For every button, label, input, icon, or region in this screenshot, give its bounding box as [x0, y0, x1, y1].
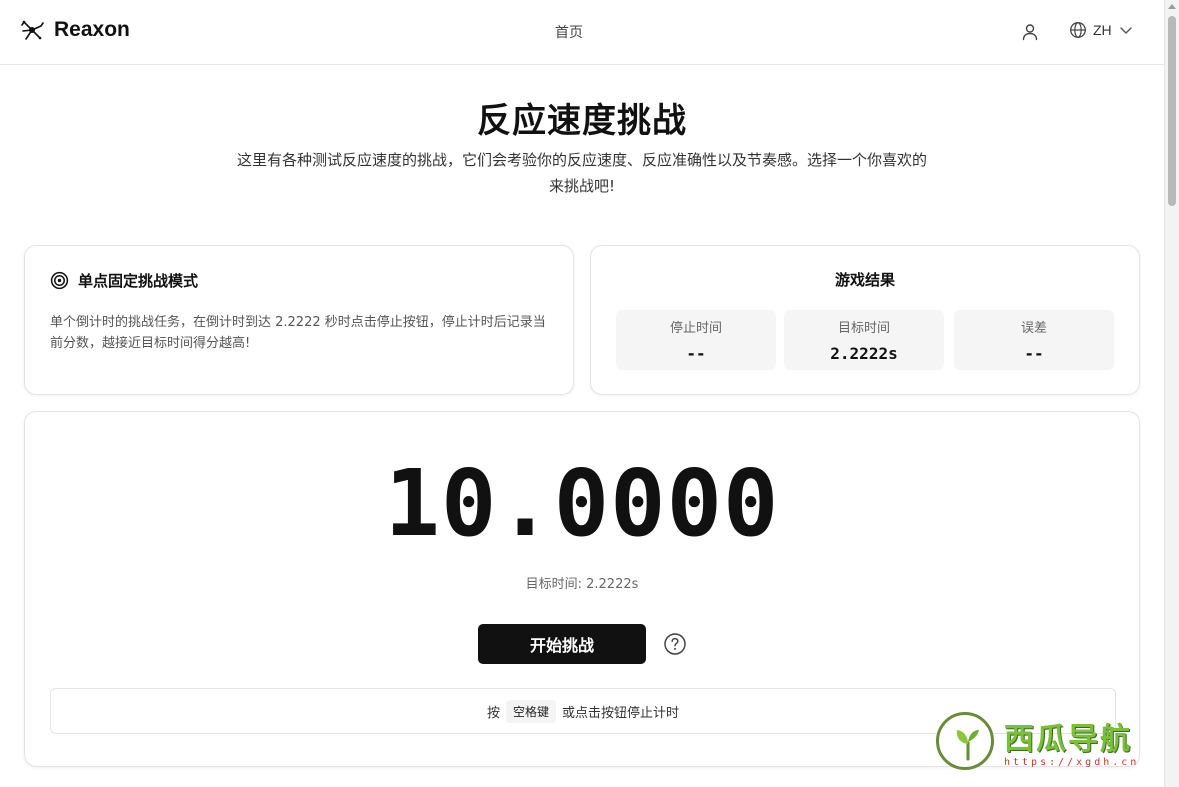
top-navbar: Reaxon 首页 ZH — [0, 0, 1164, 65]
scroll-up-arrow-icon[interactable] — [1168, 4, 1176, 9]
stat-value: 2.2222s — [830, 344, 898, 363]
hint-suffix: 或点击按钮停止计时 — [562, 705, 680, 721]
hint-prefix: 按 — [486, 705, 500, 721]
stat-stop-time: 停止时间 -- — [616, 310, 776, 370]
stat-value: -- — [1024, 344, 1044, 363]
stat-label: 误差 — [1020, 321, 1047, 336]
page-title: 反应速度挑战 — [477, 101, 687, 141]
hint-key: 空格键 — [505, 699, 556, 723]
target-icon — [50, 271, 69, 290]
chevron-down-icon — [1119, 27, 1132, 34]
target-time-label: 目标时间: 2.2222s — [525, 577, 639, 592]
brand[interactable]: Reaxon — [20, 18, 130, 42]
start-challenge-button[interactable]: 开始挑战 — [478, 624, 646, 664]
results-card: 游戏结果 停止时间 -- 目标时间 2.2222s 误差 -- — [590, 245, 1140, 395]
stat-target-time: 目标时间 2.2222s — [784, 310, 944, 370]
globe-icon — [1070, 22, 1086, 38]
stat-value: -- — [686, 344, 706, 363]
question-circle-icon[interactable] — [663, 632, 687, 656]
watermark-url: https://xgdh.cn — [1004, 757, 1140, 768]
mode-description: 单个倒计时的挑战任务，在倒计时到达 2.2222 秒时点击停止按钮，停止计时后记… — [50, 315, 546, 351]
countdown-timer: 10.0000 — [384, 450, 780, 557]
mode-header: 单点固定挑战模式 — [50, 270, 198, 291]
results-title: 游戏结果 — [834, 271, 895, 289]
sprout-icon — [956, 730, 979, 761]
mode-card: 单点固定挑战模式 单个倒计时的挑战任务，在倒计时到达 2.2222 秒时点击停止… — [24, 245, 574, 395]
watermark: 西瓜导航 https://xgdh.cn — [936, 712, 1162, 774]
scrollbar-thumb[interactable] — [1168, 16, 1176, 206]
page-scrollbar[interactable] — [1164, 0, 1179, 787]
watermark-text: 西瓜导航 — [1004, 722, 1132, 757]
watermark-logo — [936, 712, 994, 770]
language-selector[interactable]: ZH — [1069, 21, 1134, 39]
brand-name: Reaxon — [54, 18, 130, 41]
page-description: 这里有各种测试反应速度的挑战，它们会考验你的反应速度、反应准确性以及节奏感。选择… — [236, 151, 927, 195]
user-icon[interactable] — [1020, 22, 1040, 42]
mode-title: 单点固定挑战模式 — [78, 272, 199, 290]
stat-label: 停止时间 — [669, 321, 722, 336]
neuron-logo-icon — [21, 20, 44, 40]
stat-error: 误差 -- — [954, 310, 1114, 370]
language-label: ZH — [1093, 22, 1112, 38]
stat-label: 目标时间 — [837, 321, 890, 336]
nav-home-link[interactable]: 首页 — [555, 22, 583, 42]
